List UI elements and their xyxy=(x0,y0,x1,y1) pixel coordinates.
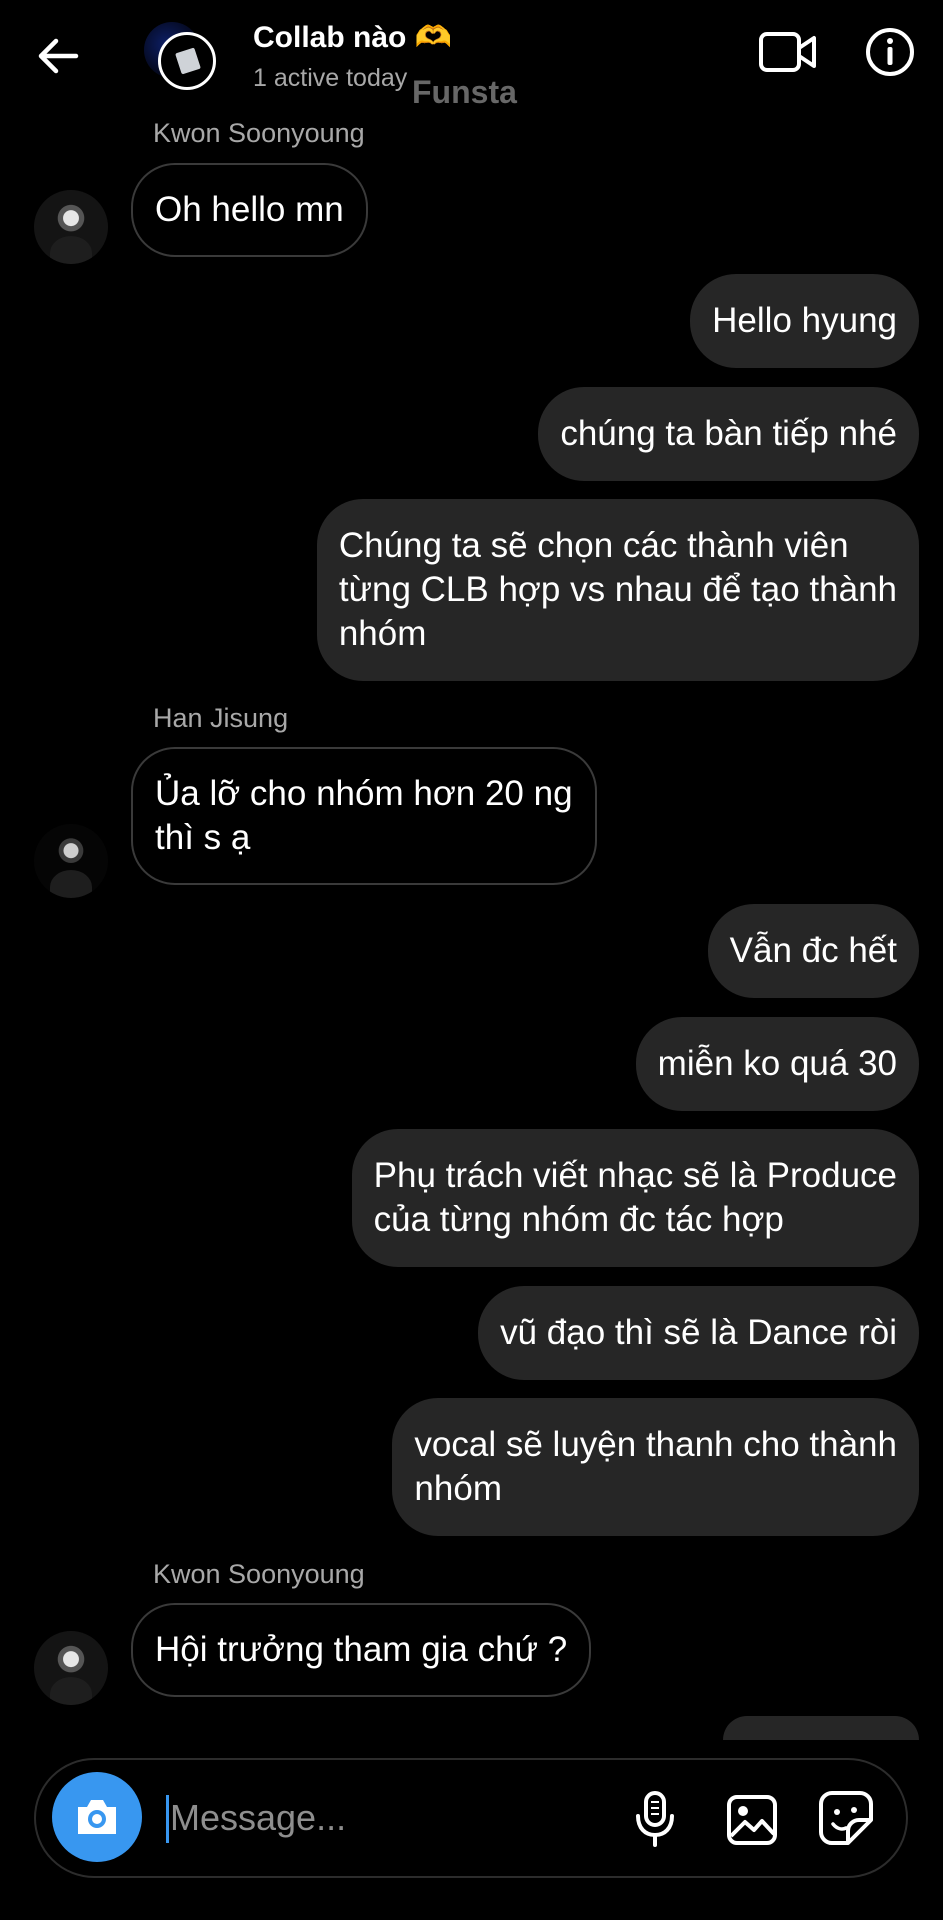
outgoing-message-partial xyxy=(723,1716,919,1740)
sticker-icon[interactable] xyxy=(818,1790,874,1846)
message-input[interactable] xyxy=(170,1782,610,1854)
sender-name: Han Jisung xyxy=(153,703,289,733)
camera-icon xyxy=(78,1800,116,1834)
chat-header: Collab nào 🫶 1 active today Funsta xyxy=(0,0,943,118)
outgoing-message[interactable]: Phụ trách viết nhạc sẽ là Produce của từ… xyxy=(351,1129,919,1267)
sender-name: Kwon Soonyoung xyxy=(153,1559,365,1589)
info-icon[interactable] xyxy=(864,26,916,78)
video-call-icon[interactable] xyxy=(758,28,818,76)
sender-avatar[interactable] xyxy=(34,1631,108,1705)
message-composer xyxy=(34,1758,908,1878)
watermark: Funsta xyxy=(412,74,517,110)
back-arrow-icon[interactable] xyxy=(30,28,86,84)
outgoing-message[interactable]: vocal sẽ luyện thanh cho thành nhóm xyxy=(392,1398,919,1536)
sender-name: Kwon Soonyoung xyxy=(153,118,365,148)
sender-avatar[interactable] xyxy=(34,190,108,264)
incoming-message[interactable]: Oh hello mn xyxy=(131,163,368,257)
sender-avatar[interactable] xyxy=(34,824,108,898)
group-avatar[interactable] xyxy=(140,18,224,102)
active-status: 1 active today xyxy=(253,64,408,92)
outgoing-message[interactable]: chúng ta bàn tiếp nhé xyxy=(538,387,919,481)
outgoing-message[interactable]: vũ đạo thì sẽ là Dance ròi xyxy=(478,1286,919,1380)
microphone-icon[interactable] xyxy=(632,1790,678,1848)
gallery-icon[interactable] xyxy=(726,1794,778,1846)
outgoing-message[interactable]: miễn ko quá 30 xyxy=(635,1017,919,1111)
outgoing-message[interactable]: Vẫn đc hết xyxy=(707,904,919,998)
camera-button[interactable] xyxy=(52,1772,142,1862)
chat-title[interactable]: Collab nào 🫶 xyxy=(253,20,452,55)
text-cursor xyxy=(166,1795,169,1843)
incoming-message[interactable]: Ủa lỡ cho nhóm hơn 20 ng thì s ạ xyxy=(131,747,597,885)
incoming-message[interactable]: Hội trưởng tham gia chứ ? xyxy=(131,1603,592,1697)
outgoing-message[interactable]: Hello hyung xyxy=(690,274,919,368)
outgoing-message[interactable]: Chúng ta sẽ chọn các thành viên từng CLB… xyxy=(316,499,919,681)
